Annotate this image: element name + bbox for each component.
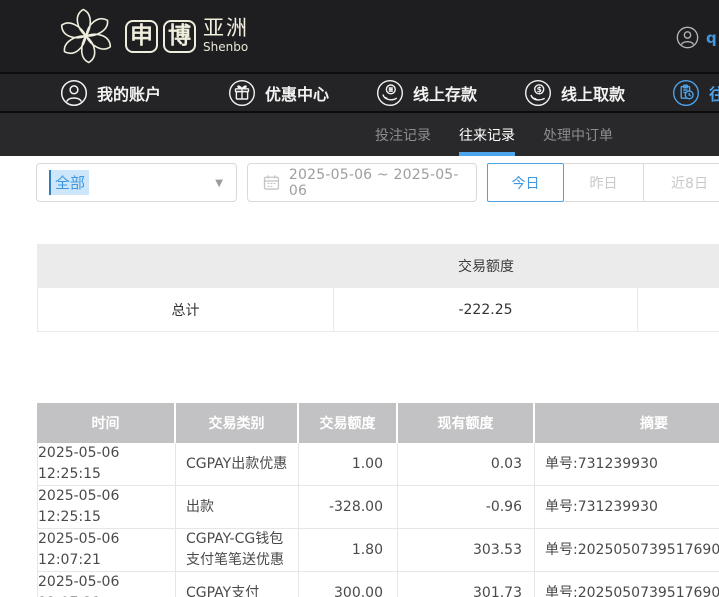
table-row: 2025-05-06 12:07:21 CGPAY-CG钱包支付笔笔送优惠 1.… bbox=[37, 529, 719, 572]
table-row: 2025-05-06 12:25:15 出款 -328.00 -0.96 单号:… bbox=[37, 486, 719, 529]
nav-label: 优惠中心 bbox=[265, 81, 329, 105]
logo-char-shen: 申 bbox=[125, 20, 158, 53]
cell-amount: 1.80 bbox=[299, 529, 398, 572]
logo-text-group: 亚洲 Shenbo bbox=[203, 17, 249, 54]
gift-icon bbox=[228, 79, 256, 107]
summary-header-amount: 交易额度 bbox=[334, 256, 638, 276]
cell-amount: -328.00 bbox=[299, 486, 398, 529]
cell-time: 2025-05-06 12:25:15 bbox=[37, 443, 176, 486]
cell-summary: 单号:202505073951769020 bbox=[535, 572, 719, 597]
withdraw-hand-dollar-icon: $ bbox=[524, 79, 552, 107]
nav-label: 线上取款 bbox=[561, 81, 625, 105]
col-header-type: 交易类别 bbox=[176, 403, 299, 443]
cell-time: 2025-05-06 12:07:21 bbox=[37, 529, 176, 572]
chevron-down-icon: ▼ bbox=[215, 178, 223, 189]
logo-region-label: 亚洲 bbox=[203, 17, 249, 40]
deposit-hand-coins-icon bbox=[376, 79, 404, 107]
type-filter-select[interactable]: 全部 ▼ bbox=[36, 163, 237, 202]
page: 申 博 亚洲 Shenbo q 我的账户 bbox=[0, 0, 719, 597]
cell-type: CGPAY出款优惠 bbox=[176, 443, 299, 486]
flower-logo-icon bbox=[52, 2, 120, 70]
today-button[interactable]: 今日 bbox=[487, 163, 564, 202]
quick-date-buttons: 今日 昨日 近8日 bbox=[487, 163, 719, 202]
top-header: 申 博 亚洲 Shenbo q bbox=[0, 0, 719, 72]
cell-type: 出款 bbox=[176, 486, 299, 529]
summary-table: 交易额度 总计 -222.25 bbox=[37, 244, 719, 332]
summary-header-row: 交易额度 bbox=[37, 244, 719, 288]
last-8-days-button[interactable]: 近8日 bbox=[643, 163, 719, 202]
nav-item-transaction-records[interactable]: 往来记录 bbox=[672, 79, 719, 107]
cell-amount: 1.00 bbox=[299, 443, 398, 486]
cell-summary: 单号:202505073951769020 bbox=[535, 529, 719, 572]
brand-logo[interactable]: 申 博 亚洲 Shenbo bbox=[52, 2, 249, 70]
tab-transaction-records[interactable]: 往来记录 bbox=[459, 113, 515, 156]
calendar-icon bbox=[263, 174, 280, 191]
summary-total-label: 总计 bbox=[37, 288, 334, 332]
logo-brand-label: Shenbo bbox=[203, 40, 249, 54]
nav-item-online-withdraw[interactable]: $ 线上取款 bbox=[524, 79, 625, 107]
table-row: 2025-05-06 12:25:15 CGPAY出款优惠 1.00 0.03 … bbox=[37, 443, 719, 486]
nav-item-online-deposit[interactable]: 线上存款 bbox=[376, 79, 477, 107]
records-table: 时间 交易类别 交易额度 现有额度 摘要 2025-05-06 12:25:15… bbox=[37, 403, 719, 597]
date-range-value: 2025-05-06 ~ 2025-05-06 bbox=[289, 167, 476, 199]
cell-balance: 303.53 bbox=[398, 529, 535, 572]
user-avatar-icon bbox=[676, 26, 699, 49]
cell-balance: -0.96 bbox=[398, 486, 535, 529]
nav-item-my-account[interactable]: 我的账户 bbox=[60, 79, 161, 107]
date-range-picker[interactable]: 2025-05-06 ~ 2025-05-06 bbox=[247, 163, 477, 202]
cell-time: 2025-05-06 12:07:21 bbox=[37, 572, 176, 597]
summary-empty-cell bbox=[638, 288, 719, 332]
nav-label: 往来记录 bbox=[709, 81, 719, 105]
user-circle-icon bbox=[60, 79, 88, 107]
records-header-row: 时间 交易类别 交易额度 现有额度 摘要 bbox=[37, 403, 719, 443]
summary-total-value: -222.25 bbox=[334, 288, 638, 332]
cell-summary: 单号:731239930 bbox=[535, 486, 719, 529]
type-filter-value: 全部 bbox=[49, 170, 89, 195]
nav-label: 我的账户 bbox=[97, 81, 161, 105]
tab-pending-orders[interactable]: 处理中订单 bbox=[543, 113, 613, 156]
col-header-balance: 现有额度 bbox=[398, 403, 535, 443]
nav-label: 线上存款 bbox=[413, 81, 477, 105]
username-text: q bbox=[706, 29, 717, 47]
col-header-summary: 摘要 bbox=[535, 403, 719, 443]
col-header-time: 时间 bbox=[37, 403, 176, 443]
cell-type: CGPAY支付 bbox=[176, 572, 299, 597]
tab-bet-records[interactable]: 投注记录 bbox=[375, 113, 431, 156]
user-account-button[interactable]: q bbox=[676, 26, 717, 49]
yesterday-button[interactable]: 昨日 bbox=[564, 163, 643, 202]
cell-summary: 单号:731239930 bbox=[535, 443, 719, 486]
nav-item-promotions[interactable]: 优惠中心 bbox=[228, 79, 329, 107]
cell-time: 2025-05-06 12:25:15 bbox=[37, 486, 176, 529]
logo-char-bo: 博 bbox=[163, 20, 196, 53]
svg-text:$: $ bbox=[537, 84, 542, 93]
cell-amount: 300.00 bbox=[299, 572, 398, 597]
transaction-records-icon bbox=[672, 79, 700, 107]
cell-balance: 301.73 bbox=[398, 572, 535, 597]
main-navbar: 我的账户 优惠中心 线上存款 bbox=[0, 72, 719, 113]
table-row: 2025-05-06 12:07:21 CGPAY支付 300.00 301.7… bbox=[37, 572, 719, 597]
cell-balance: 0.03 bbox=[398, 443, 535, 486]
sub-tabbar: 投注记录 往来记录 处理中订单 bbox=[0, 113, 719, 156]
col-header-amount: 交易额度 bbox=[299, 403, 398, 443]
cell-type: CGPAY-CG钱包支付笔笔送优惠 bbox=[176, 529, 299, 572]
summary-total-row: 总计 -222.25 bbox=[37, 288, 719, 332]
